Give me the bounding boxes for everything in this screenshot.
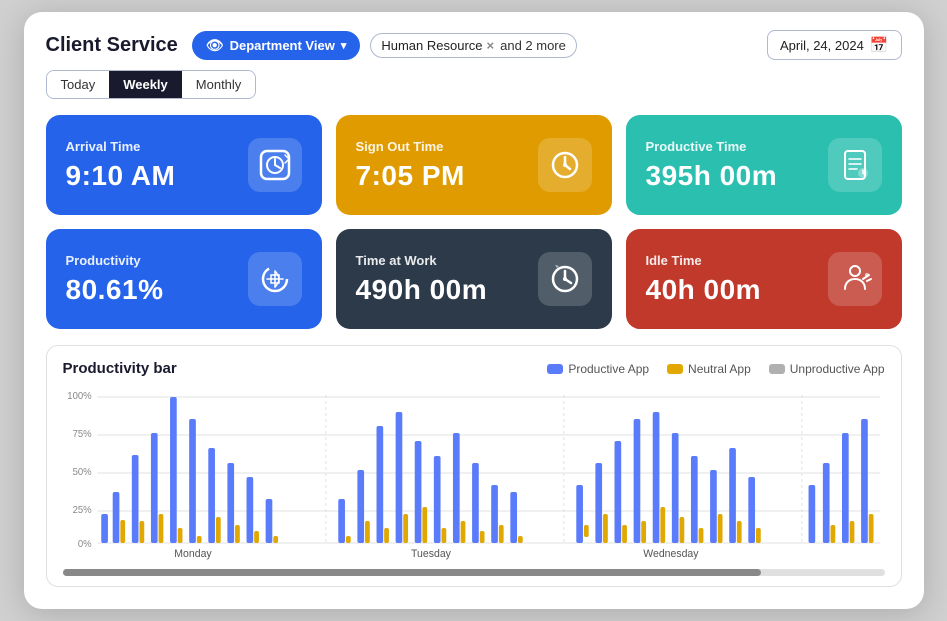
remove-filter-button[interactable]: × — [487, 38, 495, 53]
eye-icon: 👁 — [206, 37, 224, 54]
card-productive-text: Productive Time 395h 00m — [646, 139, 778, 192]
card-idle: Idle Time 40h 00m — [626, 229, 902, 329]
card-idle-label: Idle Time — [646, 253, 762, 268]
legend-productive-label: Productive App — [568, 362, 649, 376]
bar-chart-svg: 100% 75% 50% 25% 0% — [63, 385, 885, 565]
chart-scrollbar[interactable] — [63, 569, 885, 576]
legend-unproductive-label: Unproductive App — [790, 362, 885, 376]
legend-neutral-label: Neutral App — [688, 362, 751, 376]
card-productive-time: Productive Time 395h 00m — [626, 115, 902, 215]
dept-view-label: Department View — [230, 38, 335, 53]
chart-title: Productivity bar — [63, 360, 177, 377]
chart-legend: Productive App Neutral App Unproductive … — [547, 362, 884, 376]
svg-text:100%: 100% — [67, 391, 92, 402]
card-time-at-work-label: Time at Work — [356, 253, 488, 268]
svg-text:Wednesday: Wednesday — [643, 548, 699, 560]
card-signout-icon — [538, 138, 592, 192]
filter-tag-label: Human Resource — [381, 38, 482, 53]
legend-unproductive: Unproductive App — [769, 362, 885, 376]
legend-unproductive-dot — [769, 364, 785, 374]
card-productivity-pct-text: Productivity 80.61% — [66, 253, 164, 306]
card-signout-value: 7:05 PM — [356, 160, 465, 192]
chevron-down-icon: ▾ — [341, 39, 347, 52]
svg-text:75%: 75% — [72, 429, 91, 440]
svg-text:25%: 25% — [72, 505, 91, 516]
legend-neutral-dot — [667, 364, 683, 374]
svg-text:0%: 0% — [77, 539, 91, 550]
card-signout-label: Sign Out Time — [356, 139, 465, 154]
card-time-at-work-value: 490h 00m — [356, 274, 488, 306]
card-productive-label: Productive Time — [646, 139, 778, 154]
chart-section: Productivity bar Productive App Neutral … — [46, 345, 902, 587]
weekly-button[interactable]: Weekly — [109, 71, 182, 98]
card-time-at-work-icon — [538, 252, 592, 306]
today-button[interactable]: Today — [47, 71, 110, 98]
date-label: April, 24, 2024 — [780, 38, 864, 53]
filter-tag-group: Human Resource × and 2 more — [370, 33, 577, 58]
legend-neutral: Neutral App — [667, 362, 751, 376]
time-range-group: Today Weekly Monthly — [46, 70, 257, 99]
card-productive-icon — [828, 138, 882, 192]
dashboard-wrapper: Client Service 👁 Department View ▾ Human… — [24, 12, 924, 609]
card-productivity-pct-icon — [248, 252, 302, 306]
card-arrival-text: Arrival Time 9:10 AM — [66, 139, 176, 192]
card-idle-icon — [828, 252, 882, 306]
monthly-button[interactable]: Monthly — [182, 71, 256, 98]
legend-productive: Productive App — [547, 362, 649, 376]
dept-view-button[interactable]: 👁 Department View ▾ — [192, 31, 361, 60]
card-signout: Sign Out Time 7:05 PM — [336, 115, 612, 215]
card-signout-text: Sign Out Time 7:05 PM — [356, 139, 465, 192]
svg-text:50%: 50% — [72, 467, 91, 478]
page-title: Client Service — [46, 34, 178, 57]
svg-text:Tuesday: Tuesday — [411, 548, 452, 560]
filter-more-label: and 2 more — [500, 38, 566, 53]
card-time-at-work-text: Time at Work 490h 00m — [356, 253, 488, 306]
card-arrival-value: 9:10 AM — [66, 160, 176, 192]
card-productivity-pct-label: Productivity — [66, 253, 164, 268]
card-productivity-pct: Productivity 80.61% — [46, 229, 322, 329]
legend-productive-dot — [547, 364, 563, 374]
bar-chart-container: 100% 75% 50% 25% 0% — [63, 385, 885, 565]
chart-scrollbar-thumb[interactable] — [63, 569, 762, 576]
card-arrival-icon — [248, 138, 302, 192]
calendar-icon: 📅 — [870, 36, 889, 54]
card-productive-value: 395h 00m — [646, 160, 778, 192]
filter-tag: Human Resource × — [381, 38, 494, 53]
cards-grid: Arrival Time 9:10 AM Sign Out Time 7:05 … — [46, 115, 902, 329]
header: Client Service 👁 Department View ▾ Human… — [46, 30, 902, 99]
card-productivity-pct-value: 80.61% — [66, 274, 164, 306]
date-picker-button[interactable]: April, 24, 2024 📅 — [767, 30, 902, 60]
card-arrival: Arrival Time 9:10 AM — [46, 115, 322, 215]
svg-text:Monday: Monday — [174, 548, 212, 560]
card-arrival-label: Arrival Time — [66, 139, 176, 154]
card-time-at-work: Time at Work 490h 00m — [336, 229, 612, 329]
card-idle-text: Idle Time 40h 00m — [646, 253, 762, 306]
chart-header: Productivity bar Productive App Neutral … — [63, 360, 885, 377]
card-idle-value: 40h 00m — [646, 274, 762, 306]
